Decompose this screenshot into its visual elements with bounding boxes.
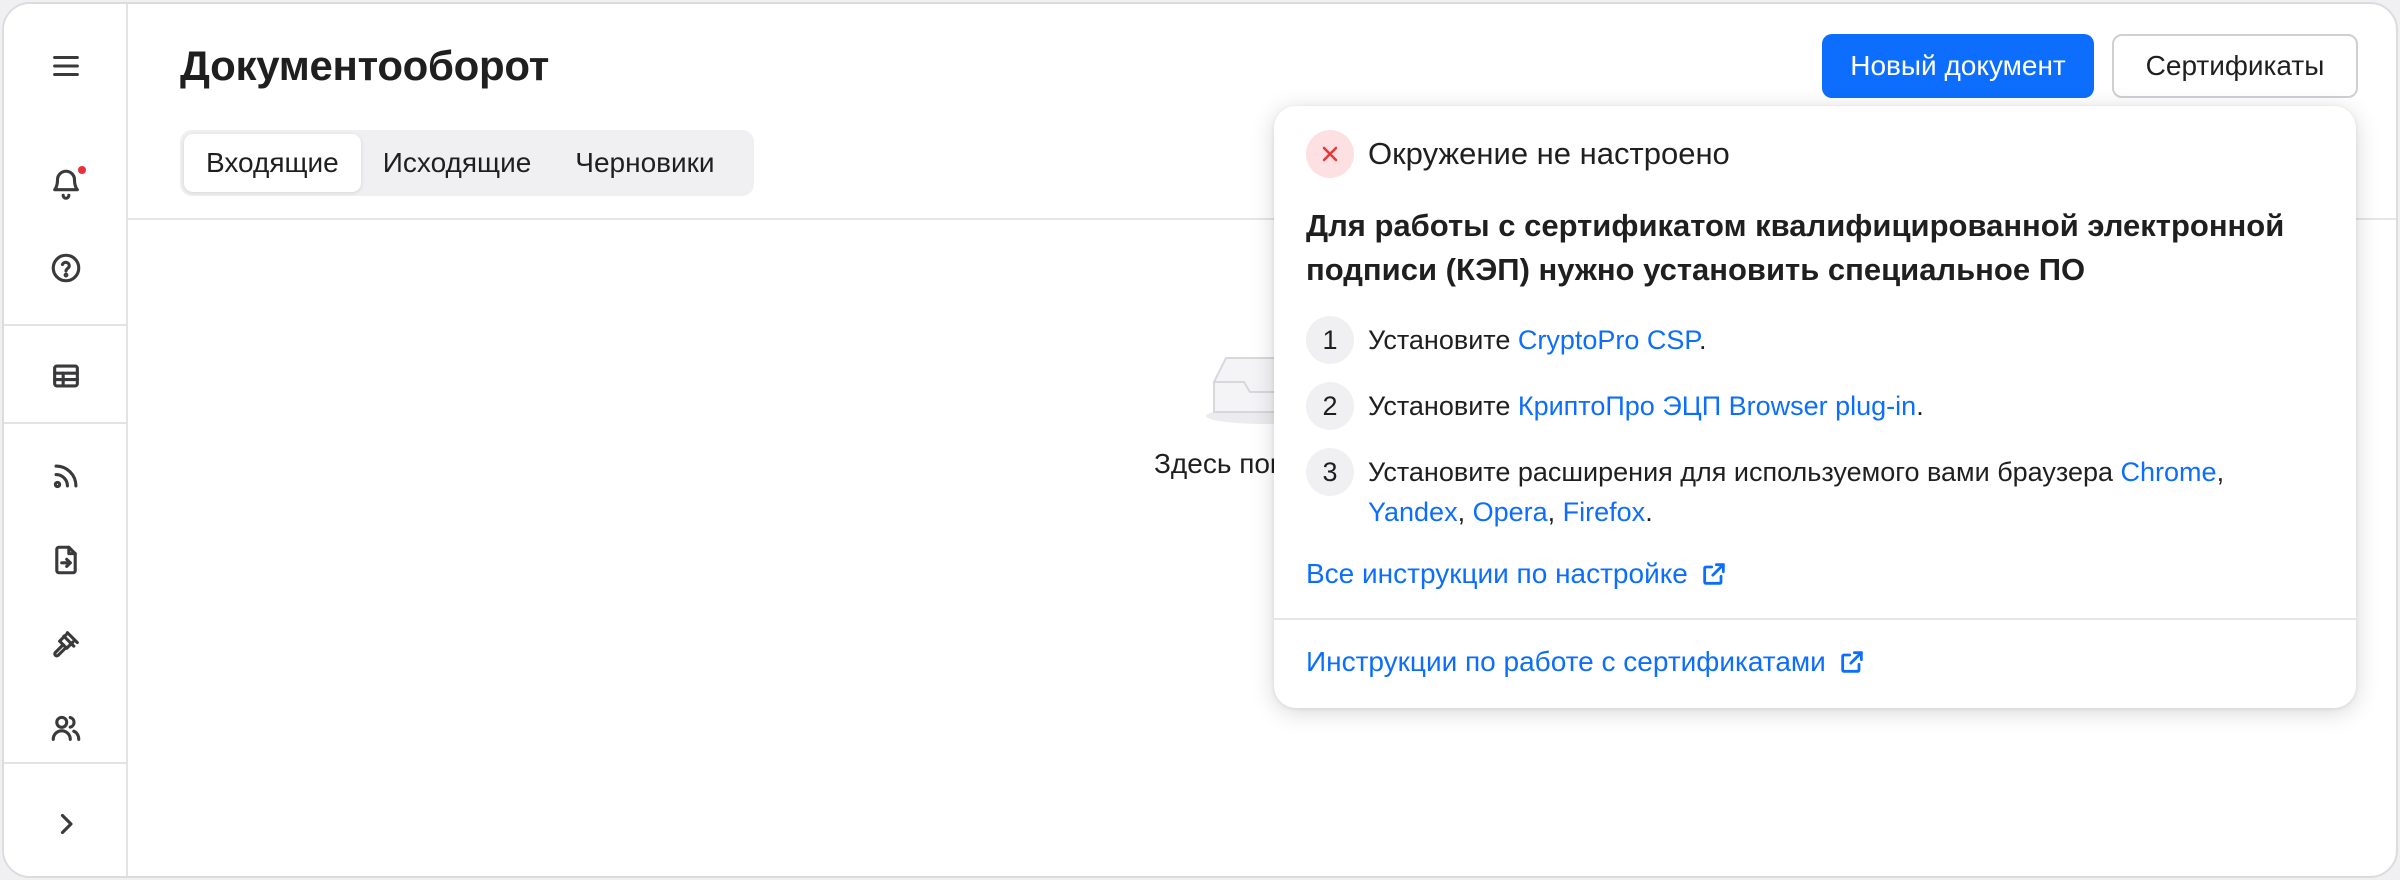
help-icon	[51, 253, 81, 283]
step-suffix: .	[1916, 391, 1924, 421]
sidebar-item-users[interactable]	[34, 696, 98, 760]
link-separator: ,	[1547, 497, 1563, 527]
step-number: 1	[1306, 316, 1354, 364]
all-instructions-label: Все инструкции по настройке	[1306, 558, 1688, 589]
step-suffix: .	[1698, 325, 1707, 355]
environment-setup-popover: Окружение не настроено Для работы с серт…	[1274, 106, 2356, 708]
step-text: Установите КриптоПро ЭЦП Browser plug-in…	[1368, 382, 1924, 426]
notification-badge	[76, 164, 88, 176]
certificate-instructions-link[interactable]: Инструкции по работе с сертификатами	[1306, 646, 1866, 678]
sidebar-divider	[4, 422, 126, 424]
sidebar-item-court[interactable]	[34, 612, 98, 676]
popover-divider	[1274, 618, 2356, 620]
page-title: Документооборот	[180, 42, 549, 89]
gavel-icon	[53, 631, 79, 658]
setup-step: 3 Установите расширения для используемог…	[1306, 448, 2326, 532]
opera-extension-link[interactable]: Opera	[1473, 497, 1548, 527]
cryptopro-csp-link[interactable]: CryptoPro CSP	[1518, 325, 1699, 355]
sidebar-divider	[4, 324, 126, 326]
help-button[interactable]	[34, 236, 98, 300]
chevron-right-icon	[60, 813, 73, 835]
firefox-extension-link[interactable]: Firefox	[1563, 497, 1646, 527]
browser-plugin-link[interactable]: КриптоПро ЭЦП Browser plug-in	[1518, 391, 1916, 421]
new-document-button[interactable]: Новый документ	[1822, 34, 2094, 98]
step-prefix: Установите	[1368, 325, 1518, 355]
tab-drafts[interactable]: Черновики	[553, 134, 736, 192]
popover-title: Окружение не настроено	[1368, 136, 1730, 171]
yandex-extension-link[interactable]: Yandex	[1368, 497, 1458, 527]
step-prefix: Установите расширения для используемого …	[1368, 457, 2121, 487]
tab-incoming[interactable]: Входящие	[184, 134, 361, 192]
empty-state-text: Здесь пок	[1154, 448, 1283, 479]
setup-step: 2 Установите КриптоПро ЭЦП Browser plug-…	[1306, 382, 2326, 430]
users-icon	[51, 715, 81, 741]
step-number: 3	[1306, 448, 1354, 496]
error-icon	[1306, 130, 1354, 178]
rss-icon	[53, 464, 78, 489]
folder-tabs: Входящие Исходящие Черновики	[180, 130, 754, 196]
table-icon	[53, 364, 79, 388]
tab-outgoing[interactable]: Исходящие	[361, 134, 554, 192]
step-text: Установите CryptoPro CSP.	[1368, 316, 1706, 360]
step-prefix: Установите	[1368, 391, 1518, 421]
link-separator: ,	[1457, 497, 1473, 527]
sidebar-expand-button[interactable]	[34, 792, 98, 856]
setup-steps: 1 Установите CryptoPro CSP. 2 Установите…	[1306, 316, 2326, 550]
popover-header: Окружение не настроено	[1306, 130, 1730, 178]
all-instructions-link[interactable]: Все инструкции по настройке	[1306, 558, 1728, 590]
setup-step: 1 Установите CryptoPro CSP.	[1306, 316, 2326, 364]
sidebar-item-feed[interactable]	[34, 444, 98, 508]
step-text: Установите расширения для используемого …	[1368, 448, 2224, 532]
step-suffix: .	[1645, 497, 1653, 527]
external-link-icon	[1703, 563, 1725, 585]
sidebar-item-registry[interactable]	[34, 344, 98, 408]
link-separator: ,	[2216, 457, 2225, 487]
chrome-extension-link[interactable]: Chrome	[2121, 457, 2217, 487]
document-import-icon	[55, 545, 77, 575]
sidebar-item-documents[interactable]	[34, 528, 98, 592]
menu-icon[interactable]	[34, 34, 98, 98]
step-number: 2	[1306, 382, 1354, 430]
sidebar	[4, 4, 128, 876]
sidebar-divider	[4, 762, 126, 764]
certificates-button[interactable]: Сертификаты	[2112, 34, 2358, 98]
certificate-instructions-label: Инструкции по работе с сертификатами	[1306, 646, 1826, 677]
popover-lead: Для работы с сертификатом квалифицирован…	[1306, 208, 2285, 287]
app-window: Документооборот Новый документ Сертифика…	[2, 2, 2398, 878]
external-link-icon	[1841, 651, 1863, 673]
notifications-button[interactable]	[34, 152, 98, 216]
